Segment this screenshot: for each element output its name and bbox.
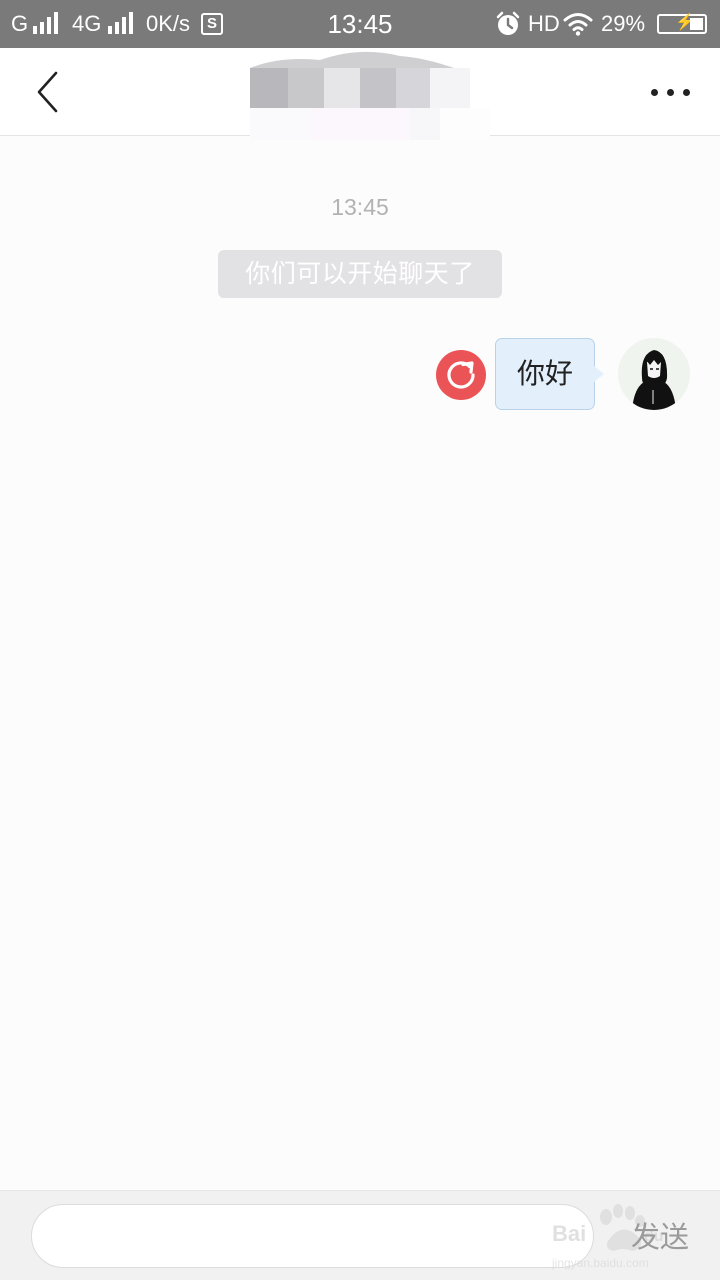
status-bar: G 4G 0K/s S 13:45 HD 29% ⚡: [0, 0, 720, 48]
avatar-figure-icon: [618, 338, 690, 410]
hd-label: HD: [528, 11, 560, 36]
resend-button[interactable]: [436, 350, 486, 400]
svg-text:Bai: Bai: [552, 1221, 586, 1246]
wifi-icon: [563, 13, 593, 36]
back-chevron-icon: [37, 71, 58, 113]
battery-percent: 29%: [601, 11, 646, 36]
system-notice: 你们可以开始聊天了: [218, 250, 502, 298]
chat-header: [0, 48, 720, 140]
message-timestamp: 13:45: [331, 194, 389, 220]
user-avatar[interactable]: [618, 338, 690, 410]
obscured-chat-title: [250, 51, 490, 140]
message-input[interactable]: [31, 1204, 594, 1268]
resend-icon: [447, 361, 475, 389]
input-bar: Bai du jingyan.baidu.com 发送: [0, 1190, 720, 1280]
message-bubble[interactable]: 你好: [495, 338, 595, 410]
chat-messages[interactable]: 13:45 你们可以开始聊天了 你好: [0, 136, 720, 1190]
send-button[interactable]: 发送: [620, 1215, 700, 1259]
alarm-icon: [496, 11, 520, 35]
back-button[interactable]: [30, 70, 66, 114]
battery-charging-icon: ⚡: [657, 14, 707, 34]
bubble-tail: [594, 366, 604, 382]
more-options-button[interactable]: [640, 76, 700, 108]
